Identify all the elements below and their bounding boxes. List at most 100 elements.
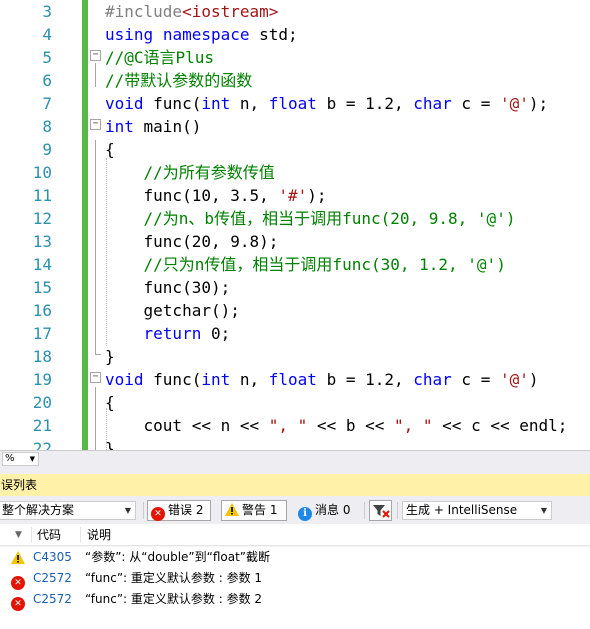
warnings-filter-button[interactable]: 警告 1 [221, 500, 287, 521]
code-token: '@' [499, 94, 529, 113]
code-token: ); [307, 186, 327, 205]
code-text[interactable]: #include<iostream> [105, 0, 278, 23]
code-text[interactable]: //为n、b传值，相当于调用func(20, 9.8, '@') [105, 207, 516, 230]
code-line[interactable]: 20{ [0, 391, 590, 414]
code-editor[interactable]: 3 #include<iostream> 4 using namespace std;… [0, 0, 590, 450]
code-line[interactable]: 14 //只为n传值，相当于调用func(30, 1.2, '@') [0, 253, 590, 276]
code-token: getchar(); [105, 301, 240, 320]
code-token: 0; [201, 324, 231, 343]
code-line[interactable]: 15 func(30); [0, 276, 590, 299]
collapse-toggle-func[interactable]: − [90, 372, 101, 383]
scope-dropdown[interactable]: 整个解决方案 ▼ [0, 501, 136, 520]
code-token: c = [451, 94, 500, 113]
code-line[interactable]: 8 int main() [0, 115, 590, 138]
error-code-link[interactable]: C4305 [33, 547, 72, 568]
column-divider[interactable] [80, 527, 81, 543]
error-list-panel: 误列表 整个解决方案 ▼ ✕ 错误 2 警告 1 i 消息 0 生成 + Intel… [0, 474, 590, 629]
errors-filter-button[interactable]: ✕ 错误 2 [147, 500, 211, 521]
code-line[interactable]: 21 cout << n << ", " << b << ", " << c <… [0, 414, 590, 437]
code-text[interactable]: int main() [105, 115, 201, 138]
code-text[interactable]: //为所有参数传值 [105, 161, 275, 184]
code-token: float [268, 370, 317, 389]
code-text[interactable]: using namespace std; [105, 23, 298, 46]
code-text[interactable]: void func(int n, float b = 1.2, char c =… [105, 92, 548, 115]
code-line[interactable]: 13 func(20, 9.8); [0, 230, 590, 253]
change-indicator [82, 92, 88, 115]
code-line[interactable]: 5 //@C语言Plus [0, 46, 590, 69]
code-text[interactable]: cout << n << ", " << b << ", " << c << e… [105, 414, 568, 437]
change-indicator [82, 368, 88, 391]
chevron-down-icon: ▼ [124, 506, 131, 515]
code-line[interactable]: 11 func(10, 3.5, '#'); [0, 184, 590, 207]
line-number: 4 [42, 25, 52, 44]
column-header-description[interactable]: 说明 [87, 524, 111, 546]
code-text[interactable]: //带默认参数的函数 [105, 69, 252, 92]
panel-splitter[interactable] [0, 467, 590, 474]
code-text[interactable]: //@C语言Plus [105, 46, 214, 69]
code-token: c = [451, 370, 500, 389]
filter-button[interactable] [369, 500, 392, 521]
code-line[interactable]: 6 //带默认参数的函数 [0, 69, 590, 92]
code-line[interactable]: 19 void func(int n, float b = 1.2, char c… [0, 368, 590, 391]
code-line[interactable]: 10 //为所有参数传值 [0, 161, 590, 184]
code-token: func( [143, 370, 202, 389]
code-token: //为n、b传值，相当于调用func(20, 9.8, '@') [143, 209, 516, 228]
code-text[interactable]: func(30); [105, 276, 231, 299]
line-number: 15 [32, 278, 52, 297]
change-indicator [82, 299, 88, 322]
code-text[interactable]: return 0; [105, 322, 231, 345]
collapse-toggle-main[interactable]: − [90, 119, 101, 130]
fold-line-comments [95, 63, 96, 87]
code-token: #include [105, 2, 183, 21]
code-line[interactable]: 16 getchar(); [0, 299, 590, 322]
error-code-link[interactable]: C2572 [33, 568, 72, 589]
warning-icon [225, 503, 239, 522]
editor-status-strip: % ▼ [0, 450, 590, 467]
code-line[interactable]: 17 return 0; [0, 322, 590, 345]
code-text[interactable]: getchar(); [105, 299, 240, 322]
error-row[interactable]: ✕ C2572 “func”: 重定义默认参数 : 参数 2 [0, 589, 590, 611]
error-row[interactable]: ✕ C2572 “func”: 重定义默认参数 : 参数 1 [0, 568, 590, 590]
severity-sort-icon[interactable]: ▼ [15, 524, 22, 546]
error-row[interactable]: C4305 “参数”: 从“double”到“float”截断 [0, 547, 590, 568]
code-line[interactable]: 7 void func(int n, float b = 1.2, char c … [0, 92, 590, 115]
indent-guide-main [106, 158, 107, 346]
line-number: 10 [32, 163, 52, 182]
code-line[interactable]: 18} [0, 345, 590, 368]
error-description: “func”: 重定义默认参数 : 参数 1 [85, 571, 263, 585]
code-text[interactable]: //只为n传值，相当于调用func(30, 1.2, '@') [105, 253, 506, 276]
code-line[interactable]: 22} [0, 437, 590, 450]
build-filter-dropdown[interactable]: 生成 + IntelliSense ▼ [402, 501, 552, 520]
code-token: ", " [394, 416, 433, 435]
error-code-link[interactable]: C2572 [33, 589, 72, 610]
change-indicator [82, 230, 88, 253]
code-line[interactable]: 4 using namespace std; [0, 23, 590, 46]
column-header-code[interactable]: 代码 [37, 524, 61, 546]
info-icon: i [298, 507, 312, 521]
change-indicator [82, 437, 88, 450]
change-indicator [82, 69, 88, 92]
indent-guide-func [106, 408, 107, 450]
code-token: { [105, 140, 115, 159]
collapse-toggle-comments[interactable]: − [90, 50, 101, 61]
fold-line-main [95, 140, 96, 354]
code-text[interactable]: func(20, 9.8); [105, 230, 279, 253]
code-line[interactable]: 3 #include<iostream> [0, 0, 590, 23]
code-token: n, [230, 370, 269, 389]
error-list-title[interactable]: 误列表 [0, 474, 590, 496]
messages-filter-button[interactable]: i 消息 0 [294, 500, 360, 521]
warnings-label: 警告 1 [242, 503, 278, 517]
code-text[interactable]: void func(int n, float b = 1.2, char c =… [105, 368, 539, 391]
column-divider[interactable] [31, 527, 32, 543]
change-indicator [82, 115, 88, 138]
change-indicator [82, 138, 88, 161]
code-text[interactable]: func(10, 3.5, '#'); [105, 184, 327, 207]
code-token: int [105, 117, 134, 136]
zoom-dropdown[interactable]: % ▼ [2, 452, 39, 466]
code-token: int [201, 370, 231, 389]
code-line[interactable]: 9{ [0, 138, 590, 161]
code-text[interactable]: } [105, 345, 115, 368]
code-line[interactable]: 12 //为n、b传值，相当于调用func(20, 9.8, '@') [0, 207, 590, 230]
